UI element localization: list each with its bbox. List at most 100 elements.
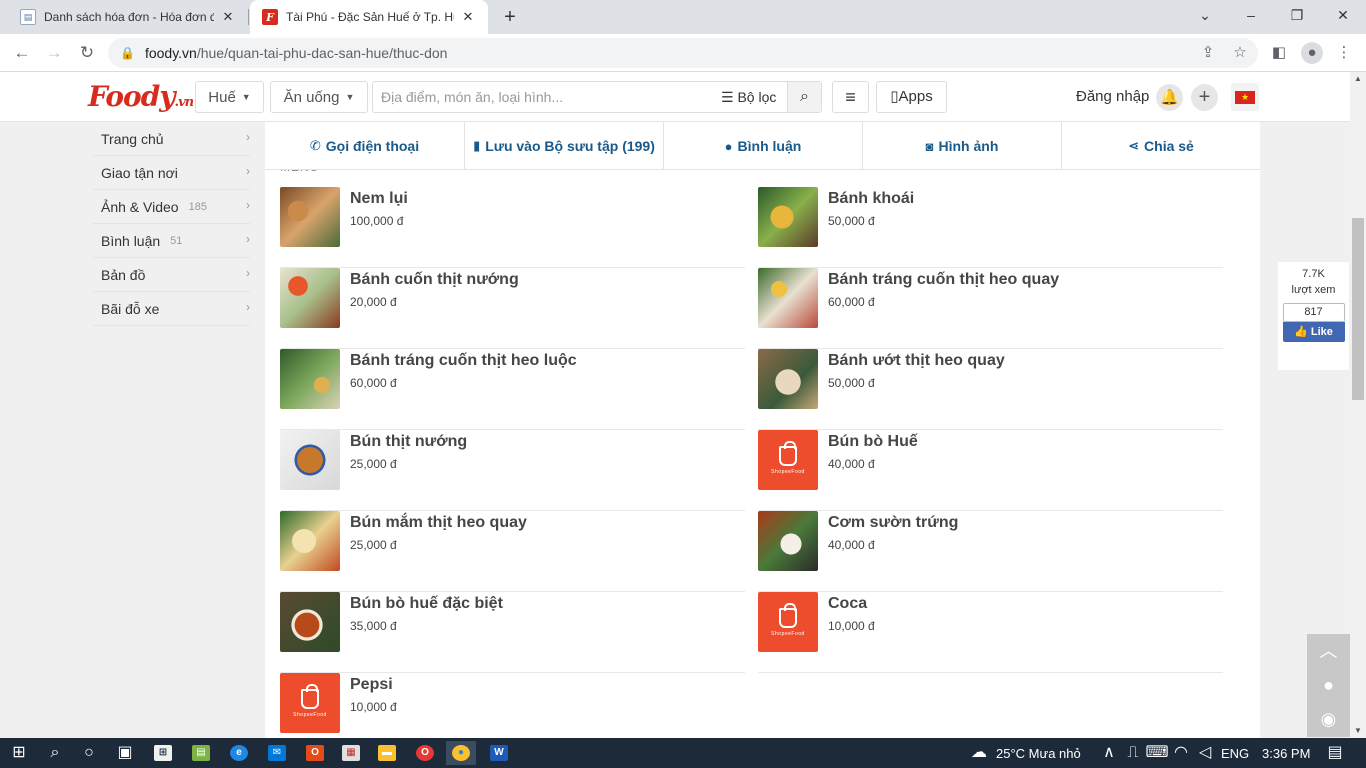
dish-photo[interactable]	[280, 592, 340, 652]
reload-button[interactable]: ↻	[75, 41, 99, 65]
menu-item[interactable]: Cơm sườn trứng 40,000 đ	[758, 511, 1223, 592]
dish-photo[interactable]	[758, 268, 818, 328]
menu-item[interactable]: Bún thịt nướng 25,000 đ	[280, 430, 745, 511]
browser-tab-foody[interactable]: F Tài Phú - Đặc Sản Huế ở Tp. Huế ✕	[250, 0, 488, 34]
dish-name[interactable]: Bún thịt nướng	[350, 433, 467, 451]
shopeefood-placeholder-image[interactable]: ShopeeFood	[758, 592, 818, 652]
bell-icon[interactable]: 🔔	[1156, 84, 1183, 111]
back-button[interactable]: ←	[10, 41, 34, 65]
profile-avatar-icon[interactable]: ●	[1301, 42, 1323, 64]
dish-photo[interactable]	[280, 430, 340, 490]
dish-photo[interactable]	[280, 187, 340, 247]
close-tab-icon[interactable]: ✕	[220, 9, 236, 25]
dish-name[interactable]: Bún mắm thịt heo quay	[350, 514, 527, 532]
menu-item[interactable]: Bánh ướt thịt heo quay 50,000 đ	[758, 349, 1223, 430]
excel-like-app-icon[interactable]: ▤	[186, 741, 216, 765]
dish-name[interactable]: Bánh tráng cuốn thịt heo quay	[828, 271, 1059, 289]
dish-name[interactable]: Bánh tráng cuốn thịt heo luộc	[350, 352, 577, 370]
sidebar-item-photos-videos[interactable]: Ảnh & Video 185 ›	[93, 190, 250, 224]
save-to-collection-button[interactable]: ▮ Lưu vào Bộ sưu tập (199)	[465, 122, 664, 170]
scroll-down-arrow-icon[interactable]: ▼	[1350, 724, 1366, 738]
menu-item[interactable]: ShopeeFood Coca 10,000 đ	[758, 592, 1223, 673]
dish-name[interactable]: Cơm sườn trứng	[828, 514, 958, 532]
task-view-icon[interactable]: ▣	[110, 741, 140, 765]
login-link[interactable]: Đăng nhập	[1076, 88, 1149, 105]
search-button[interactable]: ⌕	[787, 82, 821, 112]
new-tab-button[interactable]: +	[498, 5, 522, 29]
menu-item[interactable]: Bún bò huế đặc biệt 35,000 đ	[280, 592, 745, 673]
dish-photo[interactable]	[758, 187, 818, 247]
dish-name[interactable]: Coca	[828, 595, 867, 613]
dish-name[interactable]: Nem lụi	[350, 190, 408, 208]
menu-item[interactable]: Bánh tráng cuốn thịt heo quay 60,000 đ	[758, 268, 1223, 349]
close-tab-icon[interactable]: ✕	[460, 9, 476, 25]
search-icon[interactable]: ⌕	[40, 741, 70, 765]
dish-photo[interactable]	[280, 268, 340, 328]
search-input[interactable]	[381, 82, 711, 112]
file-explorer-icon[interactable]: ▬	[372, 741, 402, 765]
tab-search-icon[interactable]: ⌄	[1182, 0, 1228, 30]
page-scrollbar[interactable]: ▲ ▼	[1350, 72, 1366, 738]
menu-item[interactable]: Bánh tráng cuốn thịt heo luộc 60,000 đ	[280, 349, 745, 430]
word-icon[interactable]: W	[484, 741, 514, 765]
hamburger-menu-button[interactable]: ≡	[832, 81, 869, 113]
dish-name[interactable]: Bánh cuốn thịt nướng	[350, 271, 519, 289]
browser-tab-invoices[interactable]: ▤ Danh sách hóa đơn - Hóa đơn điện tử ✕	[8, 0, 248, 34]
edge-icon[interactable]: e	[224, 741, 254, 765]
browser-menu-icon[interactable]: ⋮	[1333, 42, 1355, 64]
dish-name[interactable]: Bánh khoái	[828, 190, 914, 208]
share-page-icon[interactable]: ⇪	[1197, 42, 1219, 64]
filter-button[interactable]: ☰ Bộ lọc	[721, 82, 776, 112]
sidebar-item-map[interactable]: Bản đồ ›	[93, 258, 250, 292]
menu-item[interactable]: Bánh khoái 50,000 đ	[758, 187, 1223, 268]
ios-app-button[interactable]: ●	[1307, 668, 1350, 703]
sidebar-item-home[interactable]: Trang chủ ›	[93, 122, 250, 156]
menu-item[interactable]: Nem lụi 100,000 đ	[280, 187, 745, 268]
shopeefood-placeholder-image[interactable]: ShopeeFood	[758, 430, 818, 490]
category-dropdown[interactable]: Ăn uống ▼	[270, 81, 368, 113]
side-panel-icon[interactable]: ◧	[1268, 42, 1290, 64]
cortana-icon[interactable]: ○	[74, 741, 104, 765]
comment-button[interactable]: ● Bình luận	[664, 122, 863, 170]
calendar-app-icon[interactable]: ▦	[336, 741, 366, 765]
apps-button[interactable]: ▯Apps	[876, 81, 947, 113]
close-window-button[interactable]: ✕	[1320, 0, 1366, 30]
share-button[interactable]: ⋖ Chia sẻ	[1062, 122, 1260, 170]
chrome-icon[interactable]: ●	[446, 741, 476, 765]
scrollbar-thumb[interactable]	[1352, 218, 1364, 400]
sidebar-item-parking[interactable]: Bãi đỗ xe ›	[93, 292, 250, 326]
clock[interactable]: 3:36 PM	[1262, 746, 1310, 761]
office-icon[interactable]: O	[300, 741, 330, 765]
forward-button[interactable]: →	[42, 41, 66, 65]
mail-icon[interactable]: ✉	[262, 741, 292, 765]
opera-icon[interactable]: O	[410, 741, 440, 765]
maximize-button[interactable]: ❐	[1274, 0, 1320, 30]
foody-logo[interactable]: Foody.vn	[88, 80, 194, 113]
weather-text[interactable]: 25°C Mưa nhỏ	[996, 746, 1081, 761]
menu-item[interactable]: Bánh cuốn thịt nướng 20,000 đ	[280, 268, 745, 349]
menu-item[interactable]: Bún mắm thịt heo quay 25,000 đ	[280, 511, 745, 592]
language-indicator[interactable]: ENG	[1221, 746, 1249, 761]
dish-name[interactable]: Pepsi	[350, 676, 393, 694]
add-icon[interactable]: +	[1191, 84, 1218, 111]
dish-photo[interactable]	[280, 511, 340, 571]
menu-item[interactable]: ShopeeFood Pepsi 10,000 đ	[280, 673, 745, 738]
dish-photo[interactable]	[758, 511, 818, 571]
volume-icon[interactable]: ◁	[1190, 741, 1220, 765]
call-button[interactable]: ✆ Gọi điện thoại	[265, 122, 465, 170]
language-flag-button[interactable]: ★	[1231, 83, 1259, 111]
dish-photo[interactable]	[280, 349, 340, 409]
shopeefood-placeholder-image[interactable]: ShopeeFood	[280, 673, 340, 733]
scroll-up-arrow-icon[interactable]: ▲	[1350, 72, 1366, 86]
dish-photo[interactable]	[758, 349, 818, 409]
sidebar-item-reviews[interactable]: Bình luận 51 ›	[93, 224, 250, 258]
scroll-top-button[interactable]: ︿	[1307, 634, 1350, 669]
android-app-button[interactable]: ◉	[1307, 702, 1350, 737]
dish-name[interactable]: Bánh ướt thịt heo quay	[828, 352, 1005, 370]
facebook-like-button[interactable]: 👍 Like	[1282, 322, 1345, 342]
bookmark-star-icon[interactable]: ☆	[1229, 42, 1251, 64]
windows-start-icon[interactable]: ⊞	[4, 741, 34, 765]
notification-icon[interactable]: ▤	[1320, 741, 1350, 765]
url-field[interactable]: 🔒 foody.vn/hue/quan-tai-phu-dac-san-hue/…	[108, 38, 1258, 68]
photos-button[interactable]: ◙ Hình ảnh	[863, 122, 1062, 170]
